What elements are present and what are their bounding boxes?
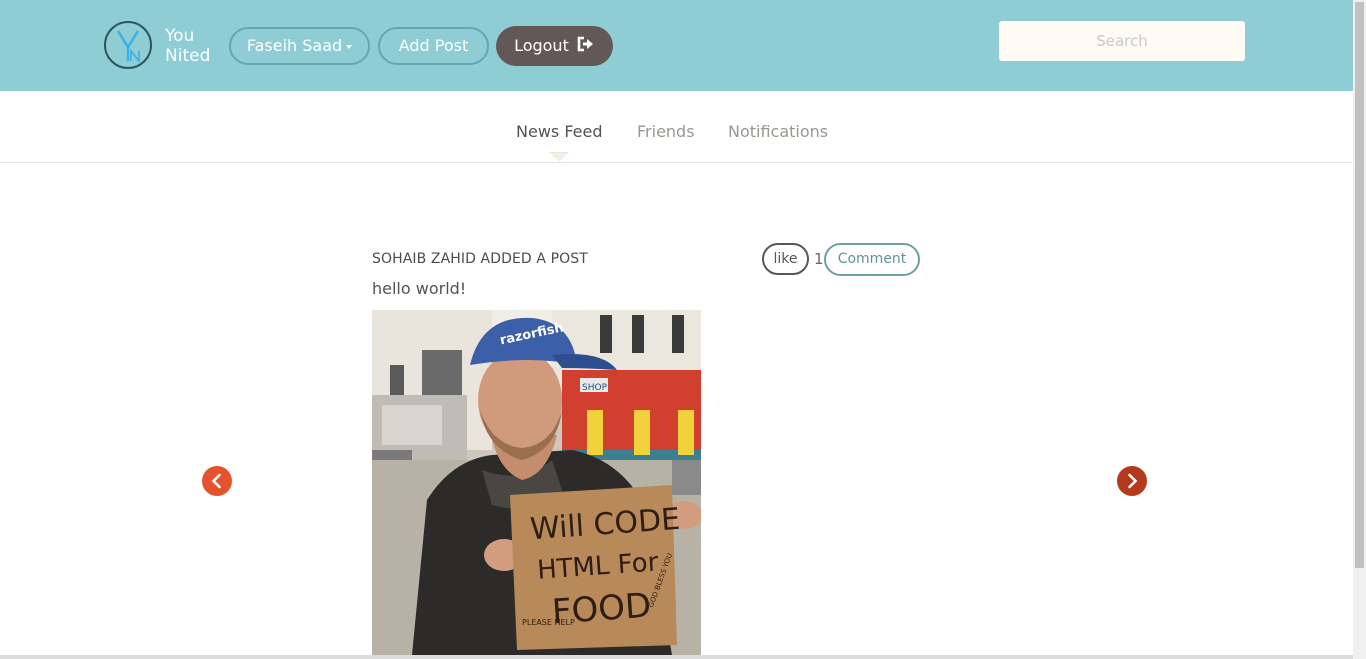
like-button[interactable]: like — [762, 243, 809, 275]
feed-tabs: News Feed Friends Notifications — [0, 91, 1353, 163]
post-text: hello world! — [372, 279, 467, 298]
comment-button[interactable]: Comment — [824, 243, 920, 276]
logout-label: Logout — [514, 36, 569, 55]
tab-notifications[interactable]: Notifications — [728, 122, 828, 141]
logo-icon[interactable] — [104, 21, 152, 69]
sign-out-icon — [577, 27, 595, 67]
scrollbar-thumb[interactable] — [1355, 2, 1364, 568]
like-count: 1 — [814, 250, 824, 268]
add-post-button[interactable]: Add Post — [378, 27, 489, 65]
chevron-left-icon — [211, 473, 221, 489]
tab-friends[interactable]: Friends — [637, 122, 695, 141]
image-sign-small: PLEASE HELP — [522, 618, 575, 627]
search-input[interactable] — [999, 21, 1245, 61]
logout-button[interactable]: Logout — [496, 26, 613, 66]
logo-line-2: Nited — [165, 46, 211, 66]
image-storefront-text: SHOP — [582, 383, 608, 393]
carousel-prev-button[interactable] — [202, 466, 232, 496]
user-name: Faseih Saad — [246, 36, 343, 55]
horizontal-scrollbar[interactable] — [0, 655, 1353, 659]
caret-down-icon — [346, 44, 353, 49]
tab-news-feed[interactable]: News Feed — [516, 122, 603, 141]
logo-line-1: You — [165, 26, 195, 46]
top-header: You Nited Faseih Saad Add Post Logout — [0, 0, 1353, 91]
active-tab-indicator — [550, 153, 568, 162]
user-menu-button[interactable]: Faseih Saad — [229, 27, 370, 65]
chevron-right-icon — [1128, 473, 1138, 489]
post-author-line: SOHAIB ZAHID ADDED A POST — [372, 251, 588, 267]
carousel-next-button[interactable] — [1117, 466, 1147, 496]
post-image: SHOP razorfish Will CODE HTML For FOOD P… — [372, 310, 701, 655]
add-post-label: Add Post — [398, 36, 469, 55]
logo-wordmark[interactable]: You Nited — [165, 26, 210, 66]
